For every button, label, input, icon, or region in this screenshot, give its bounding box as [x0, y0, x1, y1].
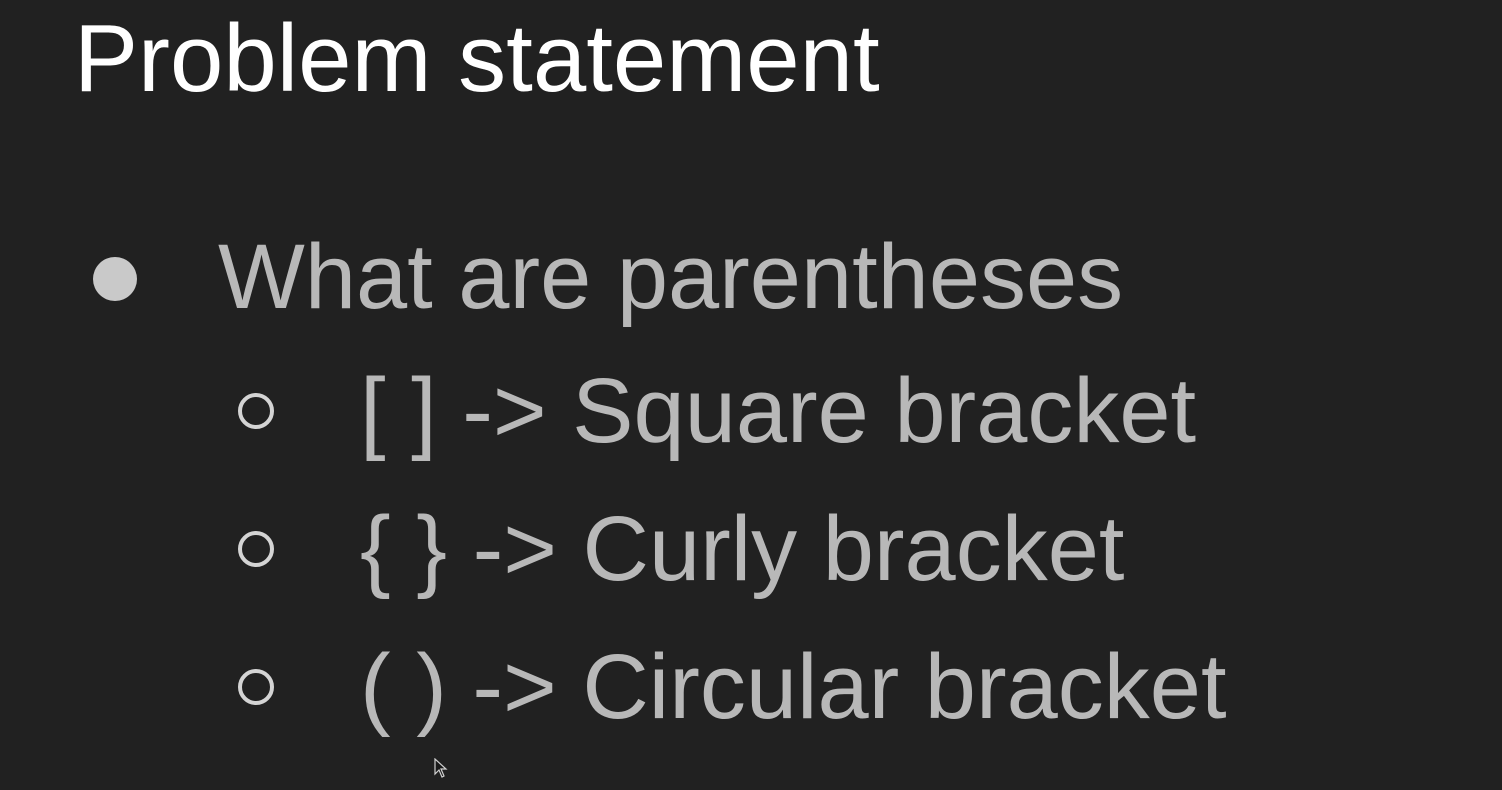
hollow-bullet-icon [238, 669, 274, 705]
sub-bullet-text: { } -> Curly bracket [360, 498, 1125, 600]
hollow-bullet-icon [238, 531, 274, 567]
filled-bullet-icon [93, 257, 137, 301]
slide: Problem statement What are parentheses [… [0, 0, 1502, 790]
sub-bullet-text: [ ] -> Square bracket [360, 360, 1197, 462]
slide-title: Problem statement [74, 5, 880, 112]
bullet-text: What are parentheses [218, 226, 1124, 328]
sub-bullet-text: ( ) -> Circular bracket [360, 636, 1227, 738]
mouse-pointer-icon [434, 758, 448, 778]
hollow-bullet-icon [238, 393, 274, 429]
